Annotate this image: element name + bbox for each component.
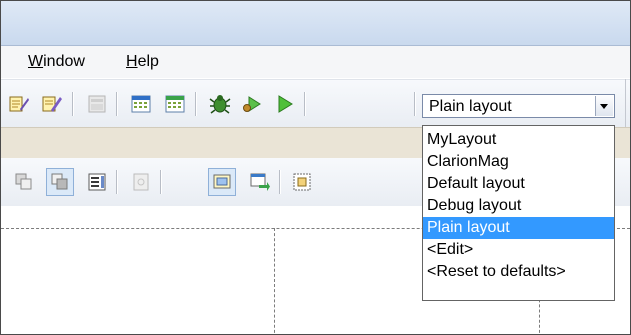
toolbar-separator	[116, 92, 117, 116]
layout-option-edit[interactable]: <Edit>	[423, 239, 614, 261]
disabled-dialog-icon	[88, 95, 106, 113]
run-debug-icon[interactable]	[241, 93, 263, 115]
layout-option-debug[interactable]: Debug layout	[423, 195, 614, 217]
layout-combo[interactable]: Plain layout	[422, 94, 615, 118]
menu-bar: Window Help	[1, 46, 630, 78]
toolbar-separator	[195, 92, 196, 116]
title-bar	[1, 1, 630, 46]
align-front-icon	[51, 173, 68, 190]
debug-bug-icon[interactable]	[208, 92, 232, 116]
layout-option-clarionmag[interactable]: ClarionMag	[423, 151, 614, 173]
guide-line-vertical	[274, 228, 275, 334]
layout-option-reset[interactable]: <Reset to defaults>	[423, 261, 614, 283]
edit-ides-icon[interactable]	[8, 93, 30, 115]
disabled-page-icon	[133, 173, 149, 191]
toolbar-edge	[625, 79, 626, 127]
layout-dropdown-list: MyLayout ClarionMag Default layout Debug…	[422, 125, 615, 301]
align-front-button[interactable]	[46, 168, 74, 196]
toolbar-separator	[279, 170, 280, 194]
layout-combo-value: Plain layout	[429, 98, 512, 115]
group-frame-icon[interactable]	[291, 171, 313, 193]
layout-option-default[interactable]: Default layout	[423, 173, 614, 195]
tab-order-icon[interactable]	[249, 171, 271, 193]
layout-combo-dropdown-button[interactable]	[595, 96, 613, 116]
application-window: Window Help Plain layout MyLayout Clario…	[0, 0, 631, 335]
menu-window-accel: W	[28, 53, 44, 70]
run-icon[interactable]	[273, 93, 295, 115]
list-icon[interactable]	[86, 171, 108, 193]
menu-help[interactable]: Help	[126, 53, 159, 71]
menu-window[interactable]: Window	[28, 53, 85, 71]
layout-option-mylayout[interactable]: MyLayout	[423, 129, 614, 151]
chevron-down-icon	[600, 104, 608, 109]
menu-window-rest: indow	[43, 53, 85, 70]
toolbar-separator	[116, 170, 117, 194]
calendar-icon[interactable]	[130, 93, 152, 115]
menu-help-accel: H	[126, 53, 138, 70]
layout-option-plain[interactable]: Plain layout	[423, 217, 614, 239]
toolbar-separator	[160, 170, 161, 194]
select-frame-button[interactable]	[208, 168, 236, 196]
menu-help-rest: elp	[137, 53, 159, 70]
toolbar-separator	[72, 92, 73, 116]
select-frame-icon	[213, 174, 231, 189]
toolbar-separator	[304, 92, 305, 116]
toolbar-separator	[414, 92, 415, 116]
edit-icon[interactable]	[41, 93, 63, 115]
calendar-green-icon[interactable]	[164, 93, 186, 115]
align-back-icon[interactable]	[13, 171, 35, 193]
